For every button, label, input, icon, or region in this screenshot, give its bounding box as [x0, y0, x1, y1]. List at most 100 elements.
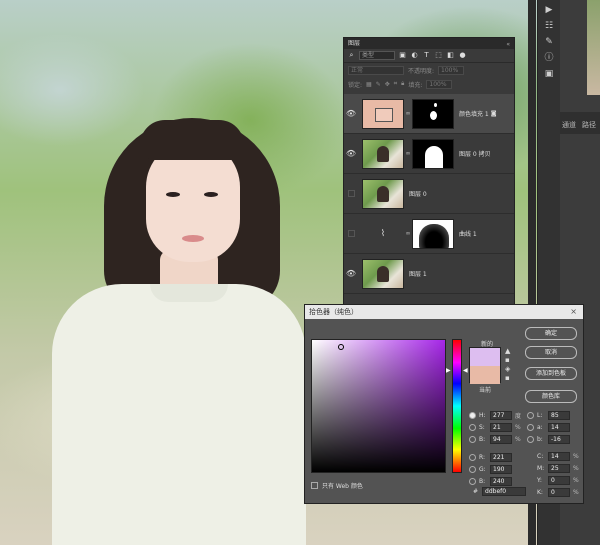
- web-only-option[interactable]: 只有 Web 颜色: [311, 481, 363, 490]
- ok-button[interactable]: 确定: [525, 327, 577, 340]
- color-libraries-button[interactable]: 颜色库: [525, 390, 577, 403]
- layer-mask-thumbnail[interactable]: [412, 218, 454, 249]
- photo-collar: [150, 284, 228, 302]
- layer-mask-thumbnail[interactable]: [412, 98, 454, 129]
- hue-slider[interactable]: [452, 339, 462, 473]
- radio-g[interactable]: [469, 465, 476, 473]
- adjust-icon[interactable]: ✎: [542, 36, 556, 48]
- radio-r[interactable]: [469, 453, 476, 461]
- close-icon[interactable]: ×: [570, 305, 577, 319]
- layer-name: 颜色填充 1: [459, 111, 489, 118]
- layer-kind-filter[interactable]: 类型: [359, 51, 395, 60]
- layer-copy[interactable]: 👁︎ ∞ 图层 0 拷贝: [344, 134, 514, 174]
- layer-curves-1[interactable]: ⌇ ∞ 曲线 1: [344, 214, 514, 254]
- pixel-filter-icon[interactable]: ▣: [398, 51, 407, 60]
- eye-icon[interactable]: 👁︎: [344, 269, 358, 278]
- out-of-gamut-icon[interactable]: ▲: [505, 347, 510, 356]
- radio-blue[interactable]: [469, 477, 476, 485]
- layer-0[interactable]: 图层 0: [344, 174, 514, 214]
- layer-mask-thumbnail[interactable]: [412, 138, 454, 169]
- shape-filter-icon[interactable]: ⬚: [434, 51, 443, 60]
- hex-field[interactable]: ddbef0: [482, 487, 527, 496]
- radio-a[interactable]: [527, 423, 534, 431]
- radio-s[interactable]: [469, 423, 476, 431]
- value-field-h[interactable]: 277: [490, 410, 512, 420]
- layer-color-fill-1[interactable]: 👁︎ ∞ 颜色填充 1 ◙: [344, 94, 514, 134]
- value-field-g[interactable]: 190: [490, 464, 512, 474]
- dialog-title: 拾色器（纯色）: [309, 308, 358, 316]
- type-filter-icon[interactable]: T: [422, 51, 431, 60]
- eye-icon[interactable]: 👁︎: [344, 149, 358, 158]
- value-field-k[interactable]: 0: [548, 487, 570, 497]
- value-field-s[interactable]: 21: [490, 422, 512, 432]
- adjustment-filter-icon[interactable]: ◐: [410, 51, 419, 60]
- color-comparison: [469, 347, 501, 384]
- link-icon[interactable]: ∞: [404, 110, 412, 117]
- value-label: S:: [479, 423, 485, 431]
- collapse-icon[interactable]: «: [506, 39, 510, 50]
- value-field-l[interactable]: 85: [548, 410, 570, 420]
- photo-lips: [182, 235, 204, 242]
- visibility-toggle[interactable]: [348, 190, 355, 197]
- current-color-label: 当前: [479, 387, 492, 394]
- blend-mode-select[interactable]: 正常: [348, 65, 404, 75]
- web-safe-swatch-icon[interactable]: ▪: [505, 374, 510, 383]
- value-label: H:: [479, 411, 486, 419]
- value-field-blue[interactable]: 240: [490, 476, 512, 486]
- cmyk-row-y: Y: 0 %: [537, 474, 579, 486]
- value-label: a:: [537, 423, 543, 431]
- cancel-button[interactable]: 取消: [525, 346, 577, 359]
- hue-slider-right-arrow-icon[interactable]: ◀: [463, 367, 468, 374]
- gamut-swatch-icon[interactable]: ▪: [505, 356, 510, 365]
- tab-channels[interactable]: 通道: [562, 120, 576, 130]
- link-icon[interactable]: ∞: [404, 150, 412, 157]
- radio-l[interactable]: [527, 411, 534, 419]
- gamut-warning-icons: ▲ ▪ ◈ ▪: [505, 347, 510, 383]
- value-field-lab-b[interactable]: -16: [548, 434, 570, 444]
- radio-h[interactable]: [469, 411, 476, 419]
- opacity-field[interactable]: 100%: [438, 65, 465, 75]
- blend-row: 正常 不透明度: 100%: [344, 63, 514, 77]
- properties-icon[interactable]: ☷: [542, 20, 556, 32]
- add-to-swatches-button[interactable]: 添加到色板: [525, 367, 577, 380]
- value-field-r[interactable]: 221: [490, 452, 512, 462]
- lock-transparent-icon[interactable]: ▦: [366, 81, 372, 88]
- color-field[interactable]: [311, 339, 446, 473]
- value-label: B:: [479, 435, 486, 443]
- fill-field[interactable]: 100%: [426, 79, 453, 89]
- lock-label: 锁定:: [348, 81, 363, 89]
- current-color-swatch[interactable]: [470, 366, 500, 384]
- value-field-a[interactable]: 14: [548, 422, 570, 432]
- cmyk-row-c: C: 14 %: [537, 450, 579, 462]
- value-field-b[interactable]: 94: [490, 434, 512, 444]
- web-only-checkbox[interactable]: [311, 482, 318, 489]
- value-unit: %: [515, 435, 521, 443]
- radio-lab-b[interactable]: [527, 435, 534, 443]
- value-field-m[interactable]: 25: [548, 463, 570, 473]
- link-icon[interactable]: ∞: [404, 230, 412, 237]
- value-field-y[interactable]: 0: [548, 475, 570, 485]
- lock-all-icon[interactable]: 🔒︎: [401, 80, 404, 88]
- cmyk-row-m: M: 25 %: [537, 462, 579, 474]
- cmyk-values: C: 14 % M: 25 % Y: 0 % K: 0 %: [537, 450, 579, 498]
- layer-1[interactable]: 👁︎ 图层 1: [344, 254, 514, 294]
- smart-object-filter-icon[interactable]: ◧: [446, 51, 455, 60]
- photo-shirt: [52, 284, 306, 545]
- visibility-toggle[interactable]: [348, 230, 355, 237]
- new-color-swatch: [470, 348, 500, 366]
- lock-artboard-icon[interactable]: ⌗: [394, 80, 397, 88]
- play-icon[interactable]: ▶: [542, 4, 556, 16]
- value-field-c[interactable]: 14: [548, 451, 570, 461]
- tab-paths[interactable]: 路径: [582, 120, 596, 130]
- web-safe-icon[interactable]: ◈: [505, 365, 510, 374]
- radio-b[interactable]: [469, 435, 476, 443]
- hue-slider-left-arrow-icon[interactable]: ▶: [446, 367, 451, 374]
- filter-toggle-icon[interactable]: ●: [458, 51, 467, 60]
- libraries-icon[interactable]: ▣: [542, 68, 556, 80]
- lock-position-icon[interactable]: ✥: [385, 81, 390, 88]
- info-icon[interactable]: ⓘ: [542, 52, 556, 64]
- color-field-cursor[interactable]: [338, 344, 344, 350]
- eye-icon[interactable]: 👁︎: [344, 109, 358, 118]
- hsb-row-s: S: 21 %: [469, 421, 521, 433]
- lock-image-icon[interactable]: ✎: [376, 81, 381, 88]
